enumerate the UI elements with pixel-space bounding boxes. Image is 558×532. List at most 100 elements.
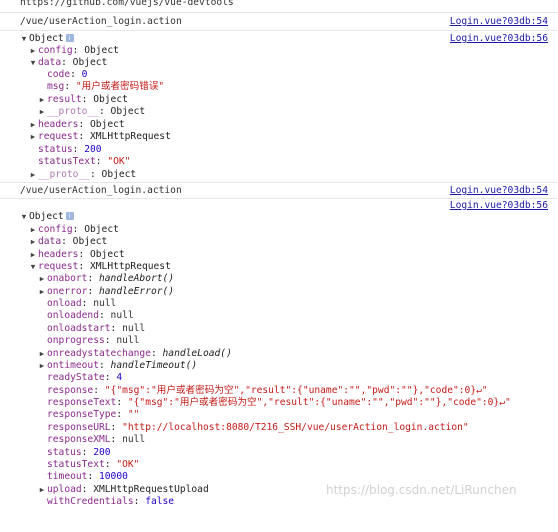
property-key: result	[47, 94, 82, 105]
property-value: Object	[110, 106, 146, 117]
property-key: onerror	[47, 286, 88, 297]
property-value: 4	[116, 372, 123, 383]
tree-node-withcredentials: withCredentials: false	[47, 496, 175, 507]
property-key: statusText	[38, 156, 96, 167]
source-link[interactable]: Login.vue?03db:56	[450, 33, 548, 45]
console-message-url: /vue/userAction_login.action Login.vue?0…	[0, 185, 558, 197]
tree-node-proto[interactable]: ▶ __proto__: Object	[0, 106, 558, 118]
property-value: Object	[90, 249, 125, 260]
property-value: 200	[84, 144, 102, 155]
property-key: status	[47, 447, 82, 458]
property-value: Object	[90, 119, 125, 130]
tree-node-onloadend: onloadend: null	[47, 310, 134, 321]
expand-right-icon[interactable]: ▶	[29, 224, 37, 236]
property-key: upload	[47, 484, 82, 495]
message-separator	[0, 30, 558, 31]
property-value: 10000	[99, 471, 128, 482]
property-key: request	[38, 261, 79, 272]
expand-right-icon[interactable]: ▶	[29, 169, 37, 181]
property-key: config	[38, 45, 73, 56]
tree-node-statustext: statusText: "OK"	[38, 156, 131, 167]
message-separator	[0, 12, 558, 13]
expand-down-icon[interactable]: ▼	[20, 211, 28, 223]
tree-node-onprogress: onprogress: null	[47, 335, 140, 346]
property-key: onload	[47, 298, 82, 309]
expand-right-icon[interactable]: ▶	[29, 119, 37, 131]
tree-node-headers[interactable]: ▶ headers: Object	[0, 119, 558, 131]
expand-right-icon[interactable]: ▶	[38, 94, 46, 106]
tree-root-object[interactable]: ▼ Object i Login.vue?03db:56	[0, 33, 558, 45]
tree-node-config[interactable]: ▶ config: Object	[0, 224, 558, 236]
expand-right-icon[interactable]: ▶	[29, 236, 37, 248]
property-key: readyState	[47, 372, 105, 383]
property-value: "用户或者密码错误"	[75, 81, 165, 92]
expand-right-icon[interactable]: ▶	[38, 273, 46, 285]
tree-node-headers[interactable]: ▶ headers: Object	[0, 249, 558, 261]
property-value: null	[122, 434, 146, 445]
info-icon[interactable]: i	[65, 212, 74, 220]
tree-node-code: code: 0	[47, 69, 88, 80]
tree-node-onerror[interactable]: ▶ onerror: handleError()	[0, 286, 558, 298]
tree-node-statustext: statusText: "OK"	[47, 459, 140, 470]
property-key: request	[38, 131, 79, 142]
expand-right-icon[interactable]: ▶	[29, 131, 37, 143]
property-key: onloadend	[47, 310, 99, 321]
tree-node-ontimeout[interactable]: ▶ ontimeout: handleTimeout()	[0, 360, 558, 372]
property-value: ""	[127, 409, 140, 420]
devtools-console: https://github.com/vuejs/vue-devtools /v…	[0, 0, 558, 508]
property-key: data	[38, 236, 62, 247]
message-text: https://github.com/vuejs/vue-devtools	[20, 0, 234, 8]
property-key: msg	[47, 81, 65, 92]
tree-node-onreadystatechange[interactable]: ▶ onreadystatechange: handleLoad()	[0, 348, 558, 360]
expand-right-icon[interactable]: ▶	[29, 249, 37, 261]
property-value: Object	[101, 169, 137, 180]
tree-node-result[interactable]: ▶ result: Object	[0, 94, 558, 106]
property-value: false	[145, 496, 175, 507]
tree-node-config[interactable]: ▶ config: Object	[0, 45, 558, 57]
expand-down-icon[interactable]: ▼	[29, 57, 37, 69]
property-key: responseType	[47, 409, 117, 420]
tree-node-status: status: 200	[38, 144, 102, 155]
tree-node-responsexml: responseXML: null	[47, 434, 146, 445]
tree-node-status: status: 200	[47, 447, 111, 458]
tree-node-request[interactable]: ▶ request: XMLHttpRequest	[0, 131, 558, 143]
tree-node-responseurl: responseURL: "http://localhost:8080/T216…	[47, 422, 469, 433]
tree-node-responsetype: responseType: ""	[47, 409, 140, 420]
property-key: onabort	[47, 273, 88, 284]
tree-node-data[interactable]: ▶ data: Object	[0, 236, 558, 248]
property-key: timeout	[47, 471, 88, 482]
property-key: responseXML	[47, 434, 111, 445]
tree-node-onloadstart: onloadstart: null	[47, 323, 146, 334]
tree-node-responsetext: responseText: "{"msg":"用户或者密码为空","result…	[47, 397, 511, 408]
tree-node-timeout: timeout: 10000	[47, 471, 128, 482]
property-key: statusText	[47, 459, 105, 470]
watermark: https://blog.csdn.net/LiRunchen	[326, 483, 517, 497]
source-link[interactable]: Login.vue?03db:54	[450, 185, 548, 197]
property-value: Object	[72, 57, 108, 68]
property-key: responseURL	[47, 422, 111, 433]
property-value: handleLoad()	[162, 348, 232, 359]
property-key: config	[38, 224, 73, 235]
tree-node-onabort[interactable]: ▶ onabort: handleAbort()	[0, 273, 558, 285]
property-value: 200	[93, 447, 111, 458]
expand-right-icon[interactable]: ▶	[29, 45, 37, 57]
tree-node-request[interactable]: ▼ request: XMLHttpRequest	[0, 261, 558, 273]
message-separator	[0, 198, 558, 199]
expand-right-icon[interactable]: ▶	[38, 286, 46, 298]
object-label: Object	[29, 211, 64, 222]
expand-down-icon[interactable]: ▼	[20, 33, 28, 45]
expand-down-icon[interactable]: ▼	[29, 261, 37, 273]
expand-right-icon[interactable]: ▶	[38, 106, 46, 118]
tree-node-proto[interactable]: ▶ __proto__: Object	[0, 169, 558, 181]
tree-node-data[interactable]: ▼ data: Object	[0, 57, 558, 69]
property-value: null	[110, 310, 134, 321]
info-icon[interactable]: i	[65, 34, 74, 42]
tree-root-object[interactable]: ▼ Object i	[0, 211, 558, 223]
property-value: handleTimeout()	[110, 360, 198, 371]
source-link[interactable]: Login.vue?03db:54	[450, 16, 548, 28]
property-key: __proto__	[47, 106, 99, 117]
expand-right-icon[interactable]: ▶	[38, 360, 46, 372]
expand-right-icon[interactable]: ▶	[38, 348, 46, 360]
property-key: onprogress	[47, 335, 105, 346]
expand-right-icon[interactable]: ▶	[38, 484, 46, 496]
